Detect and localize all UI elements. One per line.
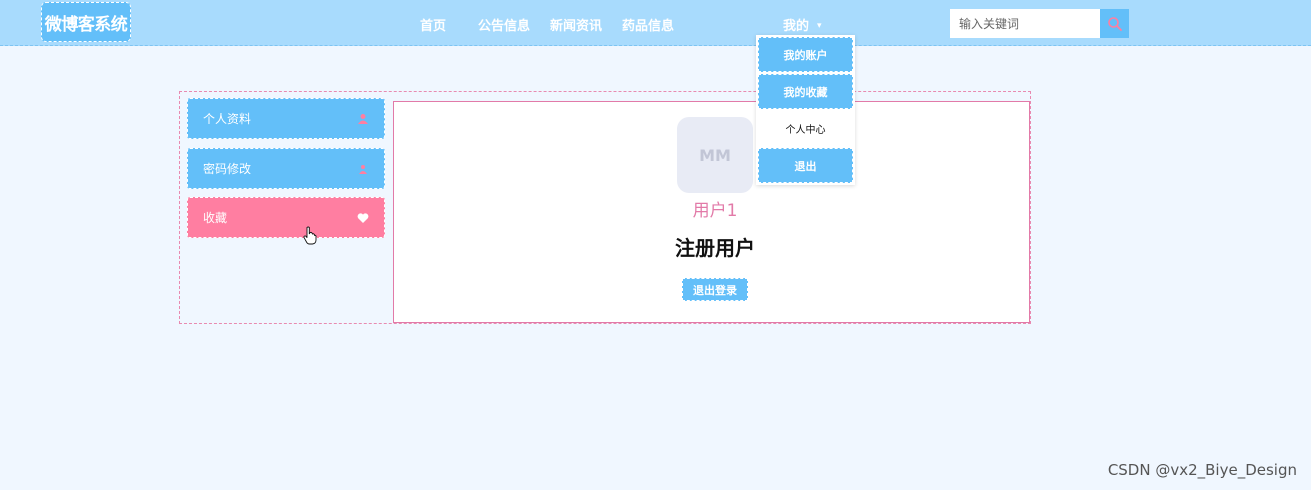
menu-item-logout[interactable]: 退出: [758, 148, 853, 183]
hand-cursor-icon: [303, 226, 317, 245]
nav-announcements[interactable]: 公告信息: [478, 15, 530, 34]
heart-icon: [357, 213, 369, 223]
logout-button[interactable]: 退出登录: [682, 278, 748, 301]
sidebar-item-password[interactable]: 密码修改: [187, 148, 385, 189]
nav-medicine[interactable]: 药品信息: [622, 15, 674, 34]
sidebar-item-label: 密码修改: [203, 162, 252, 176]
nav-home[interactable]: 首页: [420, 15, 446, 34]
profile-panel: MM 用户1 注册用户 退出登录: [393, 101, 1030, 323]
watermark: CSDN @vx2_Biye_Design: [1107, 461, 1297, 479]
top-header: 微博客系统 首页 公告信息 新闻资讯 药品信息 我的 ▾: [0, 0, 1311, 46]
search-icon: [1107, 16, 1122, 31]
search-input[interactable]: [950, 9, 1100, 38]
my-menu-label: 我的: [783, 19, 810, 34]
chevron-down-icon: ▾: [817, 21, 822, 31]
avatar[interactable]: MM: [677, 117, 753, 193]
sidebar-item-favorites[interactable]: 收藏: [187, 197, 385, 238]
nav-news[interactable]: 新闻资讯: [550, 15, 602, 34]
my-dropdown-menu: 我的账户 我的收藏 个人中心 退出: [756, 35, 855, 185]
sidebar-item-profile[interactable]: 个人资料: [187, 98, 385, 139]
person-icon: [359, 165, 367, 174]
username: 用户1: [692, 201, 738, 221]
sidebar-item-label: 个人资料: [203, 112, 252, 126]
user-role: 注册用户: [675, 236, 755, 260]
sidebar-item-label: 收藏: [203, 211, 228, 225]
my-menu-toggle[interactable]: 我的 ▾: [783, 15, 822, 34]
menu-item-my-favorites[interactable]: 我的收藏: [758, 74, 853, 109]
menu-item-personal-center[interactable]: 个人中心: [758, 111, 853, 146]
person-icon: [358, 114, 368, 124]
site-logo[interactable]: 微博客系统: [41, 2, 131, 42]
search-button[interactable]: [1100, 9, 1129, 38]
menu-item-my-account[interactable]: 我的账户: [758, 37, 853, 72]
